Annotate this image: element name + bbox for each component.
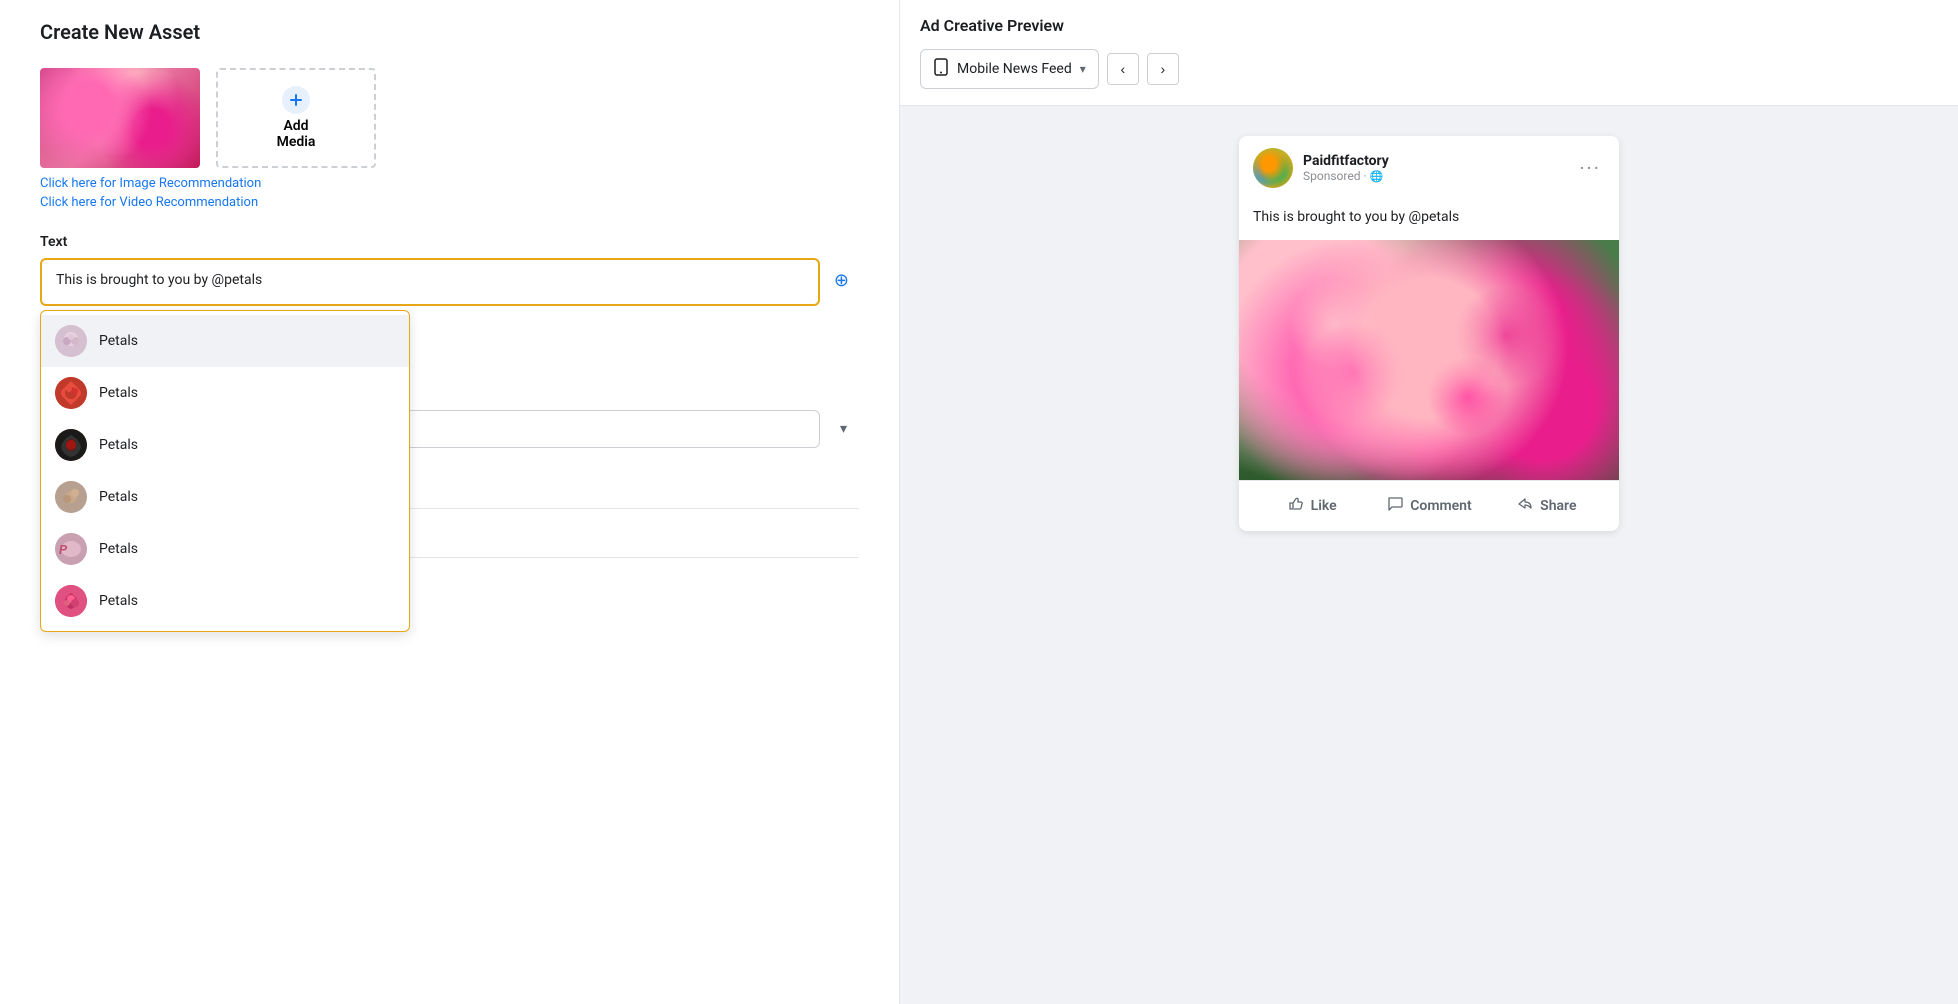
autocomplete-avatar-2: [55, 429, 87, 461]
ad-text: This is brought to you by @petals: [1239, 200, 1619, 240]
autocomplete-avatar-5: [55, 585, 87, 617]
text-field-section: Text This is brought to you by @petals ⊕: [40, 234, 859, 310]
ad-card: Paidfitfactory Sponsored · 🌐 ··· This is…: [1239, 136, 1619, 531]
emoji-icon[interactable]: ⊕: [834, 270, 849, 291]
like-icon: [1287, 495, 1305, 517]
image-rec-link[interactable]: Click here for Image Recommendation: [40, 176, 859, 191]
comment-label: Comment: [1410, 498, 1471, 514]
like-button[interactable]: Like: [1253, 485, 1370, 527]
placement-label: Mobile News Feed: [957, 61, 1072, 77]
advertiser-name: Paidfitfactory: [1303, 153, 1565, 169]
svg-text:P: P: [59, 543, 68, 558]
ad-preview-header: Ad Creative Preview Mobile News Feed ▾ ‹…: [900, 0, 1958, 106]
autocomplete-avatar-0: [55, 325, 87, 357]
left-panel: Create New Asset Add Media: [0, 0, 900, 1004]
mobile-icon: [933, 58, 949, 80]
media-thumbnail: [40, 68, 200, 168]
autocomplete-dropdown: Petals Petals: [40, 310, 410, 632]
select-chevron-icon: ▾: [840, 421, 847, 437]
autocomplete-avatar-1: [55, 377, 87, 409]
ad-image: [1239, 240, 1619, 480]
autocomplete-avatar-3: [55, 481, 87, 513]
autocomplete-name-2: Petals: [99, 437, 138, 453]
autocomplete-item-3[interactable]: Petals: [41, 471, 409, 523]
autocomplete-item-0[interactable]: Petals: [41, 315, 409, 367]
preview-prev-button[interactable]: ‹: [1107, 53, 1139, 85]
ad-preview-title: Ad Creative Preview: [920, 16, 1938, 35]
advertiser-avatar: [1253, 148, 1293, 188]
ad-actions: Like Comment: [1239, 480, 1619, 531]
sponsored-label: Sponsored · 🌐: [1303, 169, 1565, 183]
video-rec-link[interactable]: Click here for Video Recommendation: [40, 195, 859, 210]
share-label: Share: [1540, 498, 1576, 514]
like-label: Like: [1311, 498, 1337, 514]
text-input-wrapper: This is brought to you by @petals ⊕: [40, 258, 859, 310]
more-options-button[interactable]: ···: [1575, 156, 1605, 180]
page-title: Create New Asset: [40, 20, 859, 44]
placement-selector[interactable]: Mobile News Feed ▾: [920, 49, 1099, 89]
comment-icon: [1386, 495, 1404, 517]
recommendation-links: Click here for Image Recommendation Clic…: [40, 176, 859, 210]
preview-next-button[interactable]: ›: [1147, 53, 1179, 85]
globe-icon: 🌐: [1370, 170, 1384, 183]
ad-preview-area: Paidfitfactory Sponsored · 🌐 ··· This is…: [900, 106, 1958, 561]
ad-card-header: Paidfitfactory Sponsored · 🌐 ···: [1239, 136, 1619, 200]
add-media-button[interactable]: Add Media: [216, 68, 376, 168]
share-button[interactable]: Share: [1488, 485, 1605, 527]
add-media-label: Add Media: [277, 118, 316, 150]
autocomplete-name-3: Petals: [99, 489, 138, 505]
text-field-label: Text: [40, 234, 859, 250]
media-section: Add Media: [40, 68, 859, 168]
thumbnail-image: [40, 68, 200, 168]
comment-button[interactable]: Comment: [1370, 485, 1487, 527]
right-panel: Ad Creative Preview Mobile News Feed ▾ ‹…: [900, 0, 1958, 1004]
autocomplete-avatar-4: P: [55, 533, 87, 565]
autocomplete-name-1: Petals: [99, 385, 138, 401]
autocomplete-name-4: Petals: [99, 541, 138, 557]
share-icon: [1516, 495, 1534, 517]
advertiser-avatar-image: [1253, 148, 1293, 188]
autocomplete-name-0: Petals: [99, 333, 138, 349]
autocomplete-item-1[interactable]: Petals: [41, 367, 409, 419]
plus-icon: [282, 86, 310, 114]
autocomplete-item-5[interactable]: Petals: [41, 575, 409, 627]
advertiser-info: Paidfitfactory Sponsored · 🌐: [1303, 153, 1565, 183]
ad-image-overlay: [1239, 240, 1619, 480]
autocomplete-item-2[interactable]: Petals: [41, 419, 409, 471]
autocomplete-name-5: Petals: [99, 593, 138, 609]
preview-controls: Mobile News Feed ▾ ‹ ›: [920, 49, 1938, 89]
placement-chevron-icon: ▾: [1080, 62, 1086, 76]
text-input[interactable]: This is brought to you by @petals: [40, 258, 820, 306]
autocomplete-item-4[interactable]: P Petals: [41, 523, 409, 575]
